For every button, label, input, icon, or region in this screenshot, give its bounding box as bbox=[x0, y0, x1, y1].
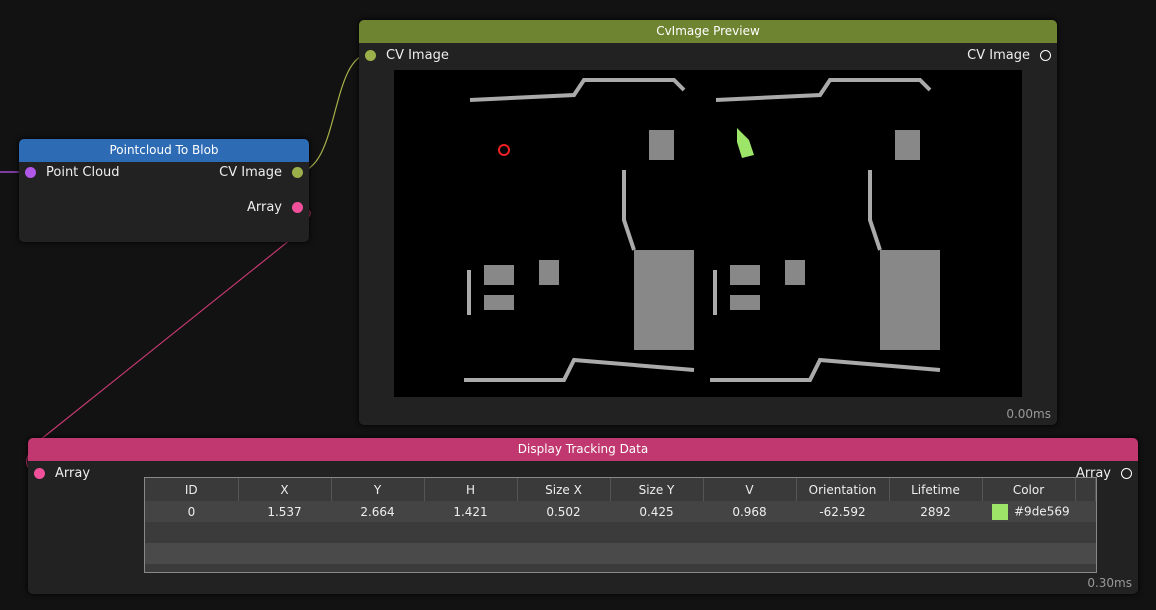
column-header[interactable]: H bbox=[424, 478, 518, 501]
cell-filler bbox=[1075, 501, 1096, 522]
cell-color: #9de569 bbox=[982, 501, 1075, 522]
cell: 2.664 bbox=[331, 501, 424, 522]
port-label: CV Image bbox=[219, 165, 282, 180]
port-label: Array bbox=[55, 466, 91, 481]
column-header[interactable]: Size Y bbox=[610, 478, 704, 501]
cell: -62.592 bbox=[796, 501, 889, 522]
port-dot-icon[interactable] bbox=[292, 167, 303, 178]
cell: 0.968 bbox=[703, 501, 796, 522]
exec-time: 0.00ms bbox=[1006, 407, 1051, 421]
cell: 0.425 bbox=[610, 501, 703, 522]
port-label: Array bbox=[246, 200, 282, 215]
table-row[interactable]: 0 1.537 2.664 1.421 0.502 0.425 0.968 -62.592 28… bbox=[145, 501, 1096, 522]
input-cv-image[interactable]: CV Image bbox=[365, 48, 449, 63]
wire-array bbox=[26, 207, 311, 473]
node-display-tracking-data[interactable]: Display Tracking Data Array Array ID X Y H S… bbox=[28, 438, 1138, 594]
node-title[interactable]: Display Tracking Data bbox=[28, 438, 1138, 461]
output-array[interactable]: Array bbox=[247, 200, 303, 215]
port-label: Point Cloud bbox=[46, 165, 120, 180]
port-label: CV Image bbox=[967, 48, 1030, 63]
column-header[interactable]: V bbox=[703, 478, 797, 501]
exec-time: 0.30ms bbox=[1087, 576, 1132, 590]
port-dot-icon[interactable] bbox=[1121, 468, 1132, 479]
cell: 1.421 bbox=[424, 501, 517, 522]
input-point-cloud[interactable]: Point Cloud bbox=[25, 165, 120, 180]
table-header: ID X Y H Size X Size Y V Orientation Lifetime Col… bbox=[145, 478, 1096, 501]
port-dot-icon[interactable] bbox=[1040, 50, 1051, 61]
column-header-filler bbox=[1075, 478, 1096, 501]
port-dot-icon[interactable] bbox=[292, 202, 303, 213]
port-dot-icon[interactable] bbox=[25, 167, 36, 178]
node-title[interactable]: Pointcloud To Blob bbox=[19, 139, 309, 162]
cell: 0 bbox=[145, 501, 238, 522]
input-array[interactable]: Array bbox=[34, 466, 90, 481]
column-header[interactable]: Size X bbox=[517, 478, 611, 501]
port-label: CV Image bbox=[386, 48, 449, 63]
column-header[interactable]: Lifetime bbox=[889, 478, 983, 501]
color-swatch bbox=[992, 503, 1008, 520]
cell: 1.537 bbox=[238, 501, 331, 522]
output-cv-image[interactable]: CV Image bbox=[219, 165, 303, 180]
empty-row bbox=[145, 543, 1096, 564]
port-dot-icon[interactable] bbox=[365, 50, 376, 61]
image-preview bbox=[394, 70, 1022, 397]
column-header[interactable]: ID bbox=[145, 478, 239, 501]
color-value: #9de569 bbox=[1014, 504, 1070, 518]
column-header[interactable]: Orientation bbox=[796, 478, 890, 501]
column-header[interactable]: Y bbox=[331, 478, 425, 501]
node-cvimage-preview[interactable]: CvImage Preview CV Image CV Image 0.00ms bbox=[359, 20, 1057, 425]
column-header[interactable]: Color bbox=[982, 478, 1076, 501]
tracking-table[interactable]: ID X Y H Size X Size Y V Orientation Lifetime Col… bbox=[144, 477, 1097, 573]
cell: 0.502 bbox=[517, 501, 610, 522]
empty-row bbox=[145, 564, 1096, 572]
column-header[interactable]: X bbox=[238, 478, 332, 501]
cell: 2892 bbox=[889, 501, 982, 522]
output-cv-image[interactable]: CV Image bbox=[967, 48, 1051, 63]
node-title[interactable]: CvImage Preview bbox=[359, 20, 1057, 43]
node-pointcloud-to-blob[interactable]: Pointcloud To Blob Point Cloud CV Image … bbox=[19, 139, 309, 242]
port-dot-icon[interactable] bbox=[34, 468, 45, 479]
empty-row bbox=[145, 522, 1096, 543]
